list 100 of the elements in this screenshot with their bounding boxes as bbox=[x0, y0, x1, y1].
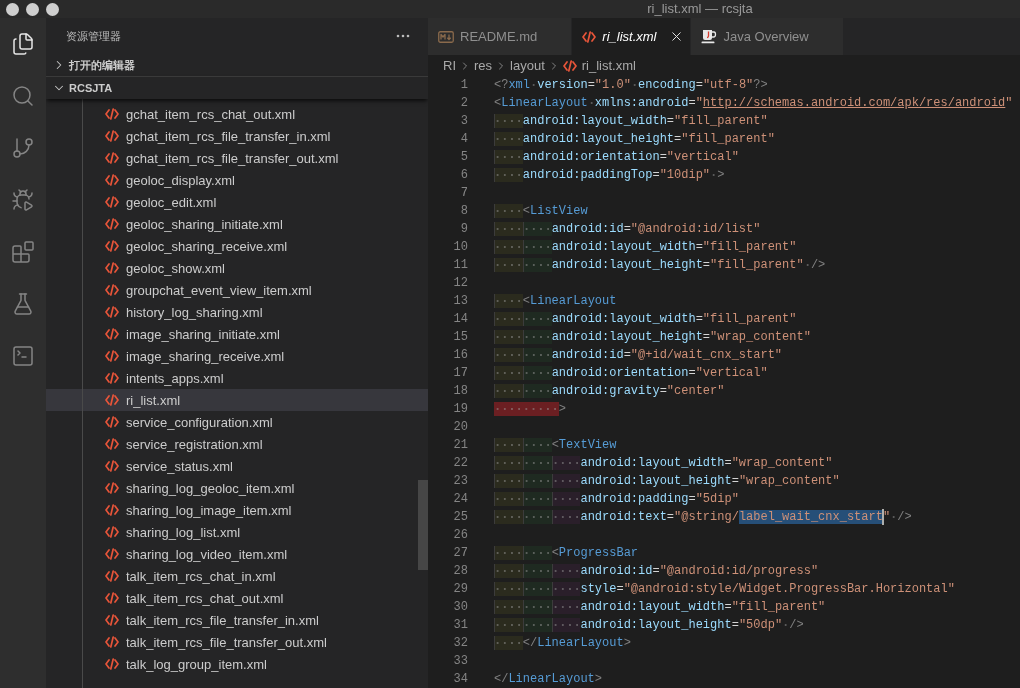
code-line: android:text="@string/label_wait_cnx_start" /> bbox=[494, 508, 912, 526]
code-icon bbox=[105, 152, 119, 164]
section-header[interactable]: RCSJTA bbox=[46, 76, 428, 99]
file-item[interactable]: geoloc_show.xml bbox=[46, 257, 428, 279]
files-icon[interactable] bbox=[11, 32, 35, 56]
line-number: 19 bbox=[452, 401, 468, 418]
line-number: 28 bbox=[452, 563, 468, 580]
url-link[interactable]: http://schemas.android.com/apk/res/android bbox=[702, 96, 1006, 110]
line-number: 24 bbox=[452, 491, 468, 508]
code-icon bbox=[105, 658, 119, 670]
code-icon bbox=[105, 372, 119, 384]
git-branch-icon[interactable] bbox=[11, 136, 35, 160]
code-line: <LinearLayout bbox=[494, 292, 617, 310]
code-icon bbox=[105, 306, 119, 318]
code-line: android:layout_height="wrap_content" bbox=[494, 328, 811, 346]
more-icon[interactable] bbox=[396, 34, 410, 38]
line-number: 3 bbox=[459, 113, 468, 130]
file-item[interactable]: talk_item_rcs_file_transfer_out.xml bbox=[46, 631, 428, 653]
code-line: > bbox=[494, 400, 566, 418]
file-item[interactable]: gchat_item_rcs_file_transfer_out.xml bbox=[46, 147, 428, 169]
line-number: 27 bbox=[452, 545, 468, 562]
traffic-light-button[interactable] bbox=[26, 2, 39, 16]
line-number: 21 bbox=[452, 437, 468, 454]
file-item[interactable]: geoloc_sharing_receive.xml bbox=[46, 235, 428, 257]
search-icon[interactable] bbox=[11, 84, 35, 108]
scrollbar-thumb[interactable] bbox=[418, 480, 428, 570]
file-item[interactable]: talk_item_rcs_chat_out.xml bbox=[46, 587, 428, 609]
file-item[interactable]: sharing_log_image_item.xml bbox=[46, 499, 428, 521]
file-item[interactable]: talk_item_rcs_file_transfer_in.xml bbox=[46, 609, 428, 631]
bug-play-icon[interactable] bbox=[11, 188, 35, 212]
file-item[interactable]: talk_item_rcs_chat_in.xml bbox=[46, 565, 428, 587]
file-item[interactable]: geoloc_display.xml bbox=[46, 169, 428, 191]
file-item[interactable]: talk_log_group_item.xml bbox=[46, 653, 428, 675]
code-icon bbox=[105, 218, 119, 230]
file-item[interactable]: intents_apps.xml bbox=[46, 367, 428, 389]
file-item[interactable]: history_log_sharing.xml bbox=[46, 301, 428, 323]
code-icon bbox=[105, 526, 119, 538]
breadcrumb-item[interactable]: res bbox=[474, 58, 493, 73]
code-line: <TextView bbox=[494, 436, 617, 454]
editor-tab[interactable]: README.md bbox=[428, 18, 573, 55]
code-line: <LinearLayout xmlns:android="http://schemas.android.com/apk/res/android" bbox=[494, 95, 1013, 112]
code-icon bbox=[105, 548, 119, 560]
file-item[interactable]: geoloc_edit.xml bbox=[46, 191, 428, 213]
line-number: 32 bbox=[452, 635, 468, 652]
code-icon bbox=[105, 108, 119, 120]
line-number: 5 bbox=[459, 149, 468, 166]
file-item[interactable]: groupchat_event_view_item.xml bbox=[46, 279, 428, 301]
line-number: 22 bbox=[452, 455, 468, 472]
code-icon bbox=[105, 328, 119, 340]
editor-tab[interactable]: Java Overview bbox=[691, 18, 844, 55]
code-line: android:layout_width="fill_parent" bbox=[494, 238, 797, 256]
file-item[interactable]: ri_list.xml bbox=[46, 389, 428, 411]
code-line: </LinearLayout> bbox=[494, 634, 631, 652]
file-item[interactable]: image_sharing_receive.xml bbox=[46, 345, 428, 367]
code-line: style="@android:style/Widget.ProgressBar.Horizontal" bbox=[494, 580, 955, 598]
file-item[interactable]: sharing_log_list.xml bbox=[46, 521, 428, 543]
file-item[interactable]: sharing_log_video_item.xml bbox=[46, 543, 428, 565]
line-number: 20 bbox=[452, 419, 468, 436]
line-number: 29 bbox=[452, 581, 468, 598]
line-number: 31 bbox=[452, 617, 468, 634]
file-item[interactable]: gchat_item_rcs_file_transfer_in.xml bbox=[46, 125, 428, 147]
flask-icon[interactable] bbox=[11, 292, 35, 316]
coffee-cup-icon bbox=[701, 29, 718, 44]
code-icon bbox=[105, 174, 119, 186]
file-item[interactable]: service_configuration.xml bbox=[46, 411, 428, 433]
editor-tab[interactable]: ri_list.xml bbox=[572, 18, 692, 55]
code-line: android:id="@android:id/progress" bbox=[494, 562, 819, 580]
code-icon bbox=[562, 59, 577, 72]
code-line: android:layout_width="fill_parent" bbox=[494, 310, 797, 328]
terminal-icon[interactable] bbox=[11, 344, 35, 368]
file-item[interactable]: sharing_log_geoloc_item.xml bbox=[46, 477, 428, 499]
traffic-light-button[interactable] bbox=[6, 2, 19, 16]
blocks-icon[interactable] bbox=[11, 240, 35, 264]
breadcrumb-item[interactable]: layout bbox=[510, 58, 545, 73]
breadcrumb-item[interactable]: ri_list.xml bbox=[562, 58, 636, 73]
file-item[interactable]: image_sharing_initiate.xml bbox=[46, 323, 428, 345]
file-item[interactable]: geoloc_sharing_initiate.xml bbox=[46, 213, 428, 235]
window-title: ri_list.xml — rcsjta bbox=[646, 0, 754, 18]
code-line: </LinearLayout> bbox=[494, 671, 603, 688]
code-line: <ListView bbox=[494, 202, 588, 220]
code-line: android:layout_height="50dp" /> bbox=[494, 616, 804, 634]
line-number: 13 bbox=[452, 293, 468, 310]
code-icon bbox=[105, 438, 119, 450]
code-icon bbox=[105, 130, 119, 142]
code-icon bbox=[582, 30, 597, 43]
file-item[interactable]: service_registration.xml bbox=[46, 433, 428, 455]
breadcrumb-item[interactable]: RI bbox=[443, 58, 456, 73]
line-number: 2 bbox=[459, 95, 468, 112]
code-icon bbox=[105, 504, 119, 516]
code-line: android:orientation="vertical" bbox=[494, 364, 768, 382]
line-number: 25 bbox=[452, 509, 468, 526]
code-line: android:layout_height="fill_parent" /> bbox=[494, 256, 826, 274]
line-number: 9 bbox=[459, 221, 468, 238]
file-item[interactable]: service_status.xml bbox=[46, 455, 428, 477]
line-number: 10 bbox=[452, 239, 468, 256]
file-item[interactable]: gchat_item_rcs_chat_out.xml bbox=[46, 103, 428, 125]
line-number: 23 bbox=[452, 473, 468, 490]
traffic-light-button[interactable] bbox=[46, 2, 59, 16]
code-line: android:layout_width="wrap_content" bbox=[494, 454, 833, 472]
line-number: 34 bbox=[452, 671, 468, 688]
